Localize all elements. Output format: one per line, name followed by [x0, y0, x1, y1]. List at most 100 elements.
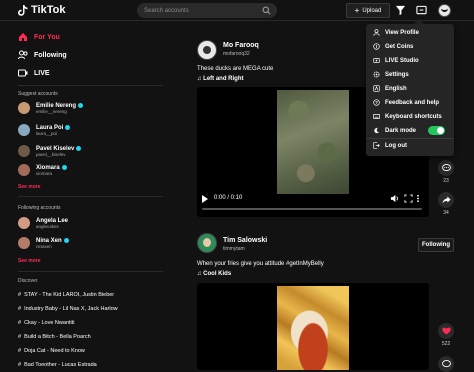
- menu-feedback[interactable]: ? Feedback and help: [373, 99, 439, 106]
- post-author-handle[interactable]: mofarooq32: [223, 51, 250, 57]
- dark-mode-toggle[interactable]: [428, 126, 445, 135]
- user-name: Nina Xen: [36, 237, 62, 244]
- comment-count: 23: [443, 178, 449, 184]
- user-handle: emilie__nereng: [36, 108, 67, 114]
- following-title: Following accounts: [18, 205, 61, 211]
- menu-label: English: [385, 85, 407, 92]
- post-author-name[interactable]: Mo Farooq: [223, 42, 259, 49]
- inbox-icon[interactable]: [416, 5, 427, 16]
- post-author-name[interactable]: Tim Salowski: [223, 237, 267, 244]
- nav-following[interactable]: Following: [18, 50, 67, 60]
- discover-item[interactable]: # Build a Bitch - Bella Poarch: [18, 334, 91, 340]
- profile-avatar[interactable]: [438, 4, 451, 17]
- menu-language[interactable]: English: [373, 85, 407, 92]
- nav-live[interactable]: LIVE: [18, 68, 50, 78]
- menu-label: Keyboard shortcuts: [385, 113, 442, 120]
- avatar: [18, 164, 30, 176]
- menu-settings[interactable]: Settings: [373, 71, 409, 78]
- user-handle: ninaxen: [36, 243, 52, 249]
- following-account[interactable]: Nina Xen ninaxen: [18, 237, 69, 249]
- post-author-handle[interactable]: timmytam: [223, 246, 245, 252]
- home-icon: [19, 33, 27, 41]
- discover-item[interactable]: # Doja Cat - Need to Know: [18, 348, 85, 354]
- search-input[interactable]: Search accounts: [144, 8, 189, 14]
- fullscreen-icon[interactable]: [404, 194, 413, 203]
- suggested-account[interactable]: Pavel Kiselev pavel__kiselev: [18, 145, 82, 157]
- heart-icon: [438, 323, 454, 339]
- comment-button[interactable]: 23: [438, 160, 454, 184]
- svg-text:?: ?: [375, 100, 378, 105]
- sidebar: For You Following LIVE Suggest accounts …: [0, 21, 178, 370]
- nav-for-you[interactable]: For You: [18, 32, 60, 42]
- post-avatar[interactable]: [197, 233, 217, 253]
- language-icon: [373, 85, 380, 92]
- search-icon[interactable]: [262, 6, 271, 15]
- progress-bar[interactable]: [202, 208, 422, 210]
- menu-log-out[interactable]: Log out: [373, 142, 407, 149]
- suggested-account[interactable]: Emilie Nereng emilie__nereng: [18, 102, 84, 114]
- post-sound[interactable]: ♫ Left and Right: [197, 76, 244, 82]
- menu-divider: [366, 138, 454, 139]
- moon-icon: [374, 127, 380, 134]
- verified-icon: [65, 125, 71, 130]
- menu-label: Feedback and help: [385, 99, 440, 106]
- menu-dark-mode: Dark mode: [373, 127, 416, 134]
- menu-label: Dark mode: [385, 127, 417, 134]
- video-frame: [277, 90, 349, 194]
- more-options-icon[interactable]: [416, 194, 420, 203]
- see-more-link[interactable]: See more: [18, 184, 41, 190]
- tiktok-logo[interactable]: TikTok: [18, 4, 65, 16]
- tiktok-logo-icon: [18, 4, 28, 16]
- user-name: Xiomara: [36, 164, 60, 171]
- filter-icon[interactable]: [395, 5, 406, 16]
- menu-get-coins[interactable]: Get Coins: [373, 43, 413, 50]
- suggested-account[interactable]: Laura Poi laura__poi: [18, 124, 71, 136]
- music-note-icon: #: [18, 334, 22, 340]
- following-account[interactable]: Angela Lee anglecakes: [18, 217, 68, 229]
- menu-live-studio[interactable]: LIVE Studio: [373, 57, 419, 64]
- avatar: [18, 217, 30, 229]
- post-sound[interactable]: ♫ Cool Kids: [197, 271, 231, 277]
- divider: [18, 85, 163, 86]
- logout-icon: [373, 142, 380, 149]
- video-player[interactable]: [197, 283, 429, 370]
- search-bar[interactable]: Search accounts: [137, 3, 277, 18]
- following-button[interactable]: Following: [418, 238, 454, 252]
- menu-keyboard-shortcuts[interactable]: Keyboard shortcuts: [373, 113, 442, 120]
- sound-label: Left and Right: [203, 76, 244, 82]
- video-time: 0:00 / 0:10: [214, 195, 243, 201]
- discover-item[interactable]: # STAY - The Kid LAROI, Justin Bieber: [18, 292, 114, 298]
- toggle-knob: [437, 127, 444, 134]
- top-bar: TikTok Search accounts + Upload: [0, 0, 474, 21]
- suggested-title: Suggest accounts: [18, 91, 58, 97]
- upload-button[interactable]: + Upload: [346, 3, 390, 18]
- post-avatar[interactable]: [197, 40, 217, 60]
- share-button[interactable]: 34: [438, 192, 454, 216]
- discover-item[interactable]: # Bad Toeother - Lucas Estrada: [18, 362, 97, 368]
- discover-label: Industry Baby - Lil Nas X, Jack Harlow: [24, 306, 118, 312]
- discover-item[interactable]: # Ckay - Love Nwantiti: [18, 320, 75, 326]
- discover-label: Doja Cat - Need to Know: [24, 348, 85, 354]
- play-icon[interactable]: [202, 195, 208, 203]
- menu-label: Get Coins: [385, 43, 414, 50]
- verified-icon: [76, 146, 82, 151]
- see-more-link[interactable]: See more: [18, 258, 41, 264]
- like-button[interactable]: 522: [438, 323, 454, 347]
- help-icon: ?: [373, 99, 380, 106]
- discover-item[interactable]: # Industry Baby - Lil Nas X, Jack Harlow: [18, 306, 118, 312]
- verified-icon: [61, 165, 67, 170]
- music-note-icon: #: [18, 306, 22, 312]
- users-icon: [18, 50, 28, 60]
- user-name: Laura Poi: [36, 124, 64, 131]
- user-handle: xiomara: [36, 170, 53, 176]
- volume-icon[interactable]: [390, 194, 399, 203]
- live-studio-icon: [373, 58, 380, 63]
- avatar: [18, 124, 30, 136]
- user-handle: pavel__kiselev: [36, 151, 66, 157]
- menu-view-profile[interactable]: View Profile: [373, 29, 419, 36]
- coin-icon: [373, 43, 380, 50]
- user-handle: anglecakes: [36, 223, 59, 229]
- suggested-account[interactable]: Xiomara xiomara: [18, 164, 67, 176]
- brand-name: TikTok: [31, 4, 66, 16]
- nav-label: For You: [34, 33, 60, 41]
